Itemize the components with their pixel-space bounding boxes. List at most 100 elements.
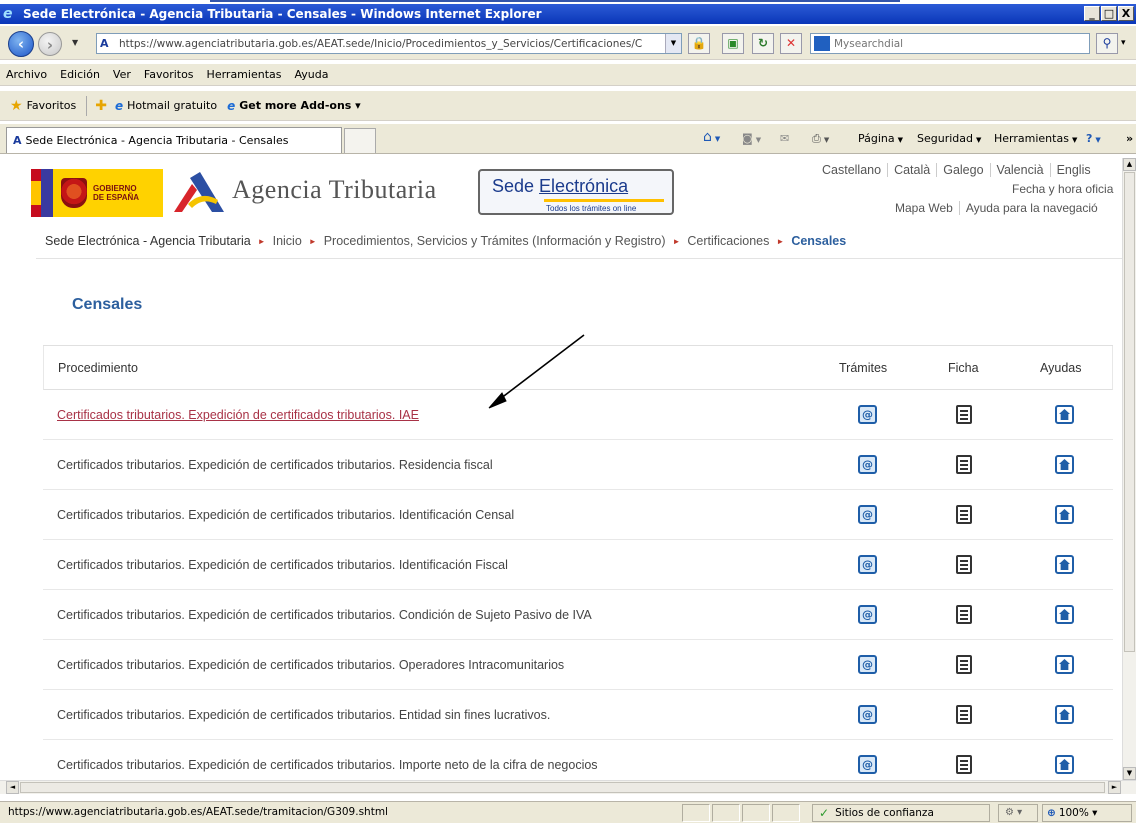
gobierno-line-1: GOBIERNO [93,184,137,193]
ficha-document-icon[interactable] [956,605,972,624]
breadcrumb-sede[interactable]: Sede Electrónica - Agencia Tributaria [45,234,251,248]
minimize-button[interactable]: _ [1084,6,1100,21]
favorites-button[interactable]: Favoritos [27,99,77,112]
search-input[interactable] [834,37,1074,50]
search-icon[interactable]: ⚲ [1096,33,1118,54]
close-button[interactable]: X [1118,6,1134,21]
page-menu[interactable]: Página ▼ [858,132,903,145]
procedure-link[interactable]: Certificados tributarios. Expedición de … [57,608,592,622]
tramites-at-icon[interactable]: @ [858,755,877,774]
ficha-document-icon[interactable] [956,405,972,424]
safety-menu[interactable]: Seguridad ▼ [917,132,981,145]
ficha-document-icon[interactable] [956,705,972,724]
ayudas-home-icon[interactable] [1055,555,1074,574]
search-field[interactable] [810,33,1090,54]
lang-english[interactable]: Englis [1051,163,1097,177]
home-icon[interactable]: ⌂ ▼ [703,129,720,145]
ayudas-home-icon[interactable] [1055,705,1074,724]
search-options-icon[interactable]: ▾ [1121,38,1126,48]
address-dropdown-icon[interactable]: ▼ [665,34,681,53]
ficha-document-icon[interactable] [956,505,972,524]
lock-icon[interactable]: 🔒 [688,33,710,54]
feeds-icon[interactable]: ◙ ▼ [742,132,761,145]
forward-button[interactable]: › [38,32,62,56]
history-dropdown-icon[interactable]: ▼ [72,38,78,47]
tools-menu[interactable]: Herramientas ▼ [994,132,1077,145]
official-date-link[interactable]: Fecha y hora oficia [1012,182,1113,196]
tab-censales[interactable]: A Sede Electrónica - Agencia Tributaria … [6,127,342,153]
stop-icon[interactable]: ✕ [780,33,802,54]
back-button[interactable]: ‹ [8,31,34,57]
breadcrumb-inicio[interactable]: Inicio [273,234,302,248]
vertical-scroll-thumb[interactable] [1124,172,1135,652]
ayudas-home-icon[interactable] [1055,505,1074,524]
lang-galego[interactable]: Galego [937,163,991,177]
refresh-icon[interactable]: ↻ [752,33,774,54]
compatibility-view-icon[interactable]: ▣ [722,33,744,54]
address-field[interactable]: A ▼ [96,33,682,54]
ficha-document-icon[interactable] [956,455,972,474]
gobierno-logo[interactable]: GOBIERNO DE ESPAÑA [31,169,163,217]
scroll-up-icon[interactable]: ▲ [1123,158,1136,171]
security-zone[interactable]: ✓ Sitios de confianza [812,804,990,822]
ayudas-home-icon[interactable] [1055,655,1074,674]
ficha-document-icon[interactable] [956,555,972,574]
procedure-link[interactable]: Certificados tributarios. Expedición de … [57,658,564,672]
procedure-link[interactable]: Certificados tributarios. Expedición de … [57,708,550,722]
menu-ayuda[interactable]: Ayuda [294,68,328,81]
tramites-at-icon[interactable]: @ [858,505,877,524]
favorite-link-addons[interactable]: Get more Add-ons ▾ [239,99,360,112]
scroll-right-icon[interactable]: ► [1108,781,1121,794]
menu-favoritos[interactable]: Favoritos [144,68,194,81]
horizontal-scrollbar[interactable]: ◄ ► [0,780,1136,794]
tramites-at-icon[interactable]: @ [858,705,877,724]
tramites-at-icon[interactable]: @ [858,655,877,674]
ayudas-home-icon[interactable] [1055,405,1074,424]
vertical-scrollbar[interactable]: ▲ ▼ [1122,158,1136,780]
menu-herramientas[interactable]: Herramientas [207,68,282,81]
zoom-level: 100% [1058,807,1089,819]
mapa-web-link[interactable]: Mapa Web [895,201,960,215]
zoom-control[interactable]: ⊕ 100% ▾ [1042,804,1132,822]
protected-mode-icon[interactable]: ⚙ ▾ [998,804,1038,822]
tramites-at-icon[interactable]: @ [858,405,877,424]
print-icon[interactable]: ⎙ ▼ [812,132,829,146]
ficha-document-icon[interactable] [956,755,972,774]
ayudas-home-icon[interactable] [1055,455,1074,474]
breadcrumb-procedimientos[interactable]: Procedimientos, Servicios y Trámites (In… [324,234,666,248]
top-edge [0,0,1136,2]
procedure-link[interactable]: Certificados tributarios. Expedición de … [57,758,598,772]
horizontal-scroll-thumb[interactable] [20,782,1105,793]
scroll-down-icon[interactable]: ▼ [1123,767,1136,780]
procedure-link[interactable]: Certificados tributarios. Expedición de … [57,508,514,522]
procedure-link[interactable]: Certificados tributarios. Expedición de … [57,558,508,572]
ayudas-home-icon[interactable] [1055,605,1074,624]
new-tab-button[interactable] [344,128,376,153]
breadcrumb-separator-icon: ► [776,236,785,246]
tramites-at-icon[interactable]: @ [858,605,877,624]
ayudas-home-icon[interactable] [1055,755,1074,774]
favorite-link-hotmail[interactable]: Hotmail gratuito [127,99,217,112]
sede-electronica-logo[interactable]: Sede Electrónica Todos los trámites on l… [478,169,674,215]
procedure-link[interactable]: Certificados tributarios. Expedición de … [57,408,419,422]
lang-castellano[interactable]: Castellano [822,163,889,177]
help-icon[interactable]: ? ▼ [1086,132,1101,145]
maximize-button[interactable]: □ [1101,6,1117,21]
lang-catala[interactable]: Català [888,163,938,177]
navigation-help-link[interactable]: Ayuda para la navegació [960,201,1104,215]
tramites-at-icon[interactable]: @ [858,555,877,574]
more-commands[interactable]: » [1126,132,1133,145]
breadcrumb-certificaciones[interactable]: Certificaciones [687,234,769,248]
menu-ver[interactable]: Ver [113,68,131,81]
mail-icon[interactable]: ✉ [780,132,789,145]
url-input[interactable] [119,37,659,50]
procedure-link[interactable]: Certificados tributarios. Expedición de … [57,458,493,472]
menu-edicion[interactable]: Edición [60,68,100,81]
menu-archivo[interactable]: Archivo [6,68,47,81]
agency-name[interactable]: Agencia Tributaria [232,175,437,205]
lang-valencia[interactable]: Valencià [991,163,1051,177]
add-favorite-icon[interactable]: ✚ [95,98,107,114]
ficha-document-icon[interactable] [956,655,972,674]
tramites-at-icon[interactable]: @ [858,455,877,474]
scroll-left-icon[interactable]: ◄ [6,781,19,794]
